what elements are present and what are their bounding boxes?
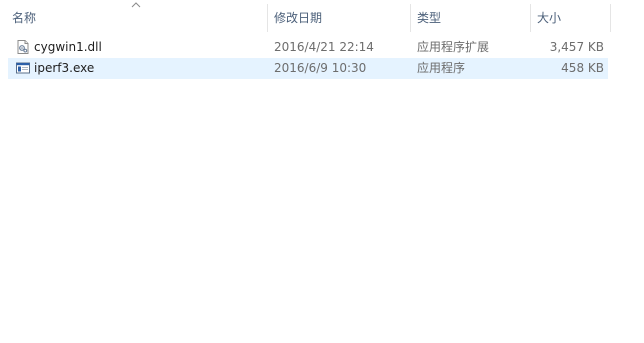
file-name-cell[interactable]: cygwin1.dll bbox=[8, 37, 268, 58]
file-type: 应用程序 bbox=[417, 61, 466, 75]
file-name: iperf3.exe bbox=[34, 61, 95, 75]
column-header-row: 名称 修改日期 类型 大小 bbox=[0, 0, 612, 34]
exe-file-icon bbox=[16, 62, 30, 74]
file-row[interactable]: cygwin1.dll 2016/4/21 22:14 应用程序扩展 3,457… bbox=[8, 37, 608, 58]
file-name: cygwin1.dll bbox=[34, 40, 102, 54]
column-header-date-label: 修改日期 bbox=[274, 11, 323, 25]
column-header-type-label: 类型 bbox=[417, 11, 442, 25]
column-header-name[interactable]: 名称 bbox=[6, 0, 268, 34]
file-size: 3,457 KB bbox=[549, 40, 604, 54]
file-size: 458 KB bbox=[561, 61, 604, 75]
file-name-cell[interactable]: iperf3.exe bbox=[8, 58, 268, 79]
file-list-view[interactable]: 名称 修改日期 类型 大小 cygwin1.dll 2016/4/21 22:1… bbox=[0, 0, 644, 343]
file-date: 2016/4/21 22:14 bbox=[274, 40, 374, 54]
column-header-size-label: 大小 bbox=[537, 11, 562, 25]
column-header-type[interactable]: 类型 bbox=[411, 0, 531, 34]
column-header-date[interactable]: 修改日期 bbox=[268, 0, 411, 34]
file-type: 应用程序扩展 bbox=[417, 40, 490, 54]
file-row[interactable]: iperf3.exe 2016/6/9 10:30 应用程序 458 KB bbox=[8, 58, 608, 79]
column-header-size[interactable]: 大小 bbox=[531, 0, 611, 34]
column-divider[interactable] bbox=[610, 4, 611, 32]
column-header-name-label: 名称 bbox=[12, 11, 37, 25]
file-date: 2016/6/9 10:30 bbox=[274, 61, 367, 75]
dll-file-icon bbox=[17, 40, 29, 54]
